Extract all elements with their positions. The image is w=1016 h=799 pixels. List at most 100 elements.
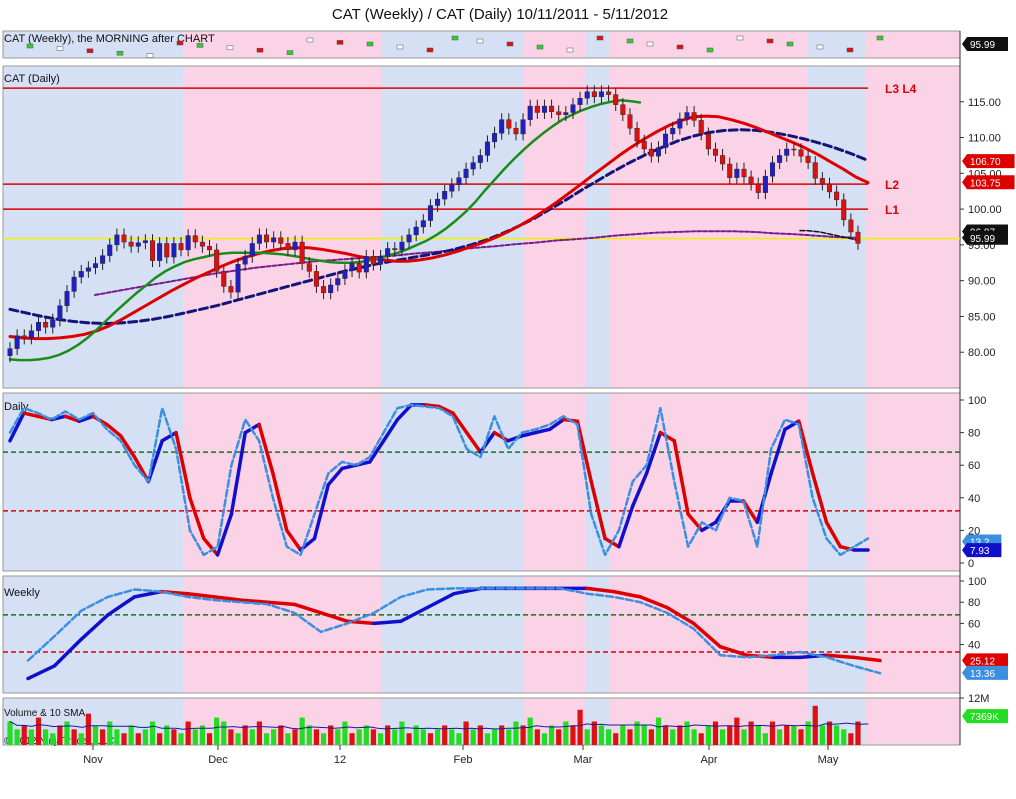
candle-body-69 — [499, 119, 505, 134]
candle-body-36 — [264, 234, 270, 243]
candle-body-51 — [370, 256, 376, 265]
candle-body-29 — [214, 249, 220, 272]
candle-body-82 — [591, 91, 597, 97]
volume-bar-5 — [43, 729, 49, 745]
volume-bar-34 — [249, 729, 255, 745]
weekly-badge-1: 13.36 — [962, 665, 1008, 680]
candle-body-95 — [684, 112, 690, 120]
candle-body-14 — [107, 244, 113, 256]
panel0-marker-15 — [451, 35, 459, 41]
volume-bar-101 — [727, 725, 733, 745]
volume-bar-49 — [356, 729, 362, 745]
volume-bar-86 — [620, 725, 626, 745]
panel0-marker-26 — [766, 38, 774, 44]
band-1-1 — [183, 66, 381, 388]
candle-body-18 — [135, 242, 141, 247]
volume-bar-9 — [71, 729, 77, 745]
weekly-slow-seg-14 — [372, 619, 403, 626]
price-tick-6: 110.00 — [968, 133, 1001, 145]
volume-bar-100 — [720, 729, 726, 745]
candle-body-109 — [784, 148, 790, 156]
candle-body-105 — [755, 183, 761, 193]
volume-bar-23 — [171, 729, 177, 745]
candle-body-54 — [392, 248, 398, 251]
volume-bar-25 — [185, 721, 191, 745]
band-3-3 — [524, 576, 585, 693]
candle-body-110 — [791, 148, 797, 151]
candle-body-23 — [171, 243, 177, 258]
x-tick-0: Nov — [83, 754, 103, 766]
candle-body-1 — [14, 335, 20, 349]
weekly-badge-0: 25.12 — [962, 653, 1008, 668]
candle-body-98 — [705, 133, 711, 150]
candle-body-38 — [278, 237, 284, 244]
candle-body-30 — [221, 271, 227, 287]
candle-body-5 — [43, 321, 49, 328]
candle-body-88 — [634, 128, 640, 142]
price-tick-4: 100.00 — [968, 204, 1002, 216]
volume-bar-42 — [306, 725, 312, 745]
price-tick-1: 85.00 — [968, 311, 996, 323]
panel0-marker-12 — [366, 41, 374, 47]
volume-bar-14 — [107, 721, 113, 745]
volume-bar-51 — [370, 729, 377, 745]
volume-bar-77 — [556, 729, 562, 745]
volume-bar-52 — [377, 733, 384, 745]
volume-bar-68 — [491, 729, 498, 745]
weekly-stoch-tick-2: 80 — [968, 597, 980, 609]
candle-body-32 — [235, 264, 241, 293]
panel0-marker-25 — [736, 35, 744, 41]
panel0-marker-16 — [476, 38, 484, 44]
candle-body-37 — [271, 237, 277, 243]
volume-bar-8 — [64, 721, 70, 745]
x-tick-1: Dec — [208, 754, 228, 766]
candle-body-16 — [121, 234, 127, 243]
volume-bar-107 — [769, 721, 776, 745]
candle-body-45 — [328, 284, 334, 294]
price-tick-2: 90.00 — [968, 276, 996, 288]
band-1-5 — [610, 66, 808, 388]
panel0-marker-20 — [596, 35, 604, 41]
volume-bar-113 — [812, 705, 818, 745]
price-tick-7: 115.00 — [968, 97, 1001, 109]
panel0-last-badge: 95.99 — [962, 37, 1008, 51]
candle-body-40 — [292, 241, 298, 251]
daily-badge-1-text: 7.93 — [970, 546, 990, 557]
candle-body-22 — [164, 243, 170, 258]
candle-body-68 — [492, 133, 498, 143]
candle-body-49 — [356, 263, 362, 273]
volume-bar-20 — [149, 721, 156, 745]
panel0-marker-22 — [646, 41, 654, 47]
candle-body-102 — [734, 168, 740, 178]
volume-bar-24 — [178, 733, 184, 745]
candle-body-26 — [192, 235, 198, 243]
panel0-marker-28 — [816, 44, 824, 50]
volume-bar-85 — [613, 733, 619, 745]
volume-bar-65 — [470, 729, 476, 745]
volume-bar-81 — [584, 729, 590, 745]
candle-body-24 — [178, 243, 184, 251]
candle-body-84 — [606, 91, 612, 95]
volume-bar-105 — [755, 725, 761, 745]
volume-bar-89 — [641, 725, 647, 745]
candle-body-27 — [199, 241, 205, 247]
band-2-7 — [866, 393, 960, 571]
chart-root: CAT (Weekly) / CAT (Daily) 10/11/2011 - … — [0, 0, 1016, 794]
band-0-4 — [585, 31, 610, 58]
candle-body-81 — [584, 91, 590, 99]
panel0-marker-6 — [196, 43, 204, 48]
daily-stoch-tick-0: 0 — [968, 558, 974, 570]
panel0-marker-1 — [56, 46, 64, 51]
candle-body-67 — [484, 141, 490, 156]
candle-body-21 — [157, 243, 163, 261]
candle-body-75 — [541, 105, 547, 113]
panel0-title: CAT (Weekly), the MORNING after CHART — [4, 33, 215, 45]
volume-bar-111 — [798, 729, 804, 745]
volume-bar-38 — [278, 725, 284, 745]
candle-body-106 — [762, 175, 768, 193]
volume-bar-109 — [784, 725, 790, 745]
band-2-2 — [381, 393, 524, 571]
volume-bar-30 — [221, 721, 227, 745]
candle-body-80 — [577, 97, 583, 105]
price-badge-1: 103.75 — [962, 175, 1015, 190]
